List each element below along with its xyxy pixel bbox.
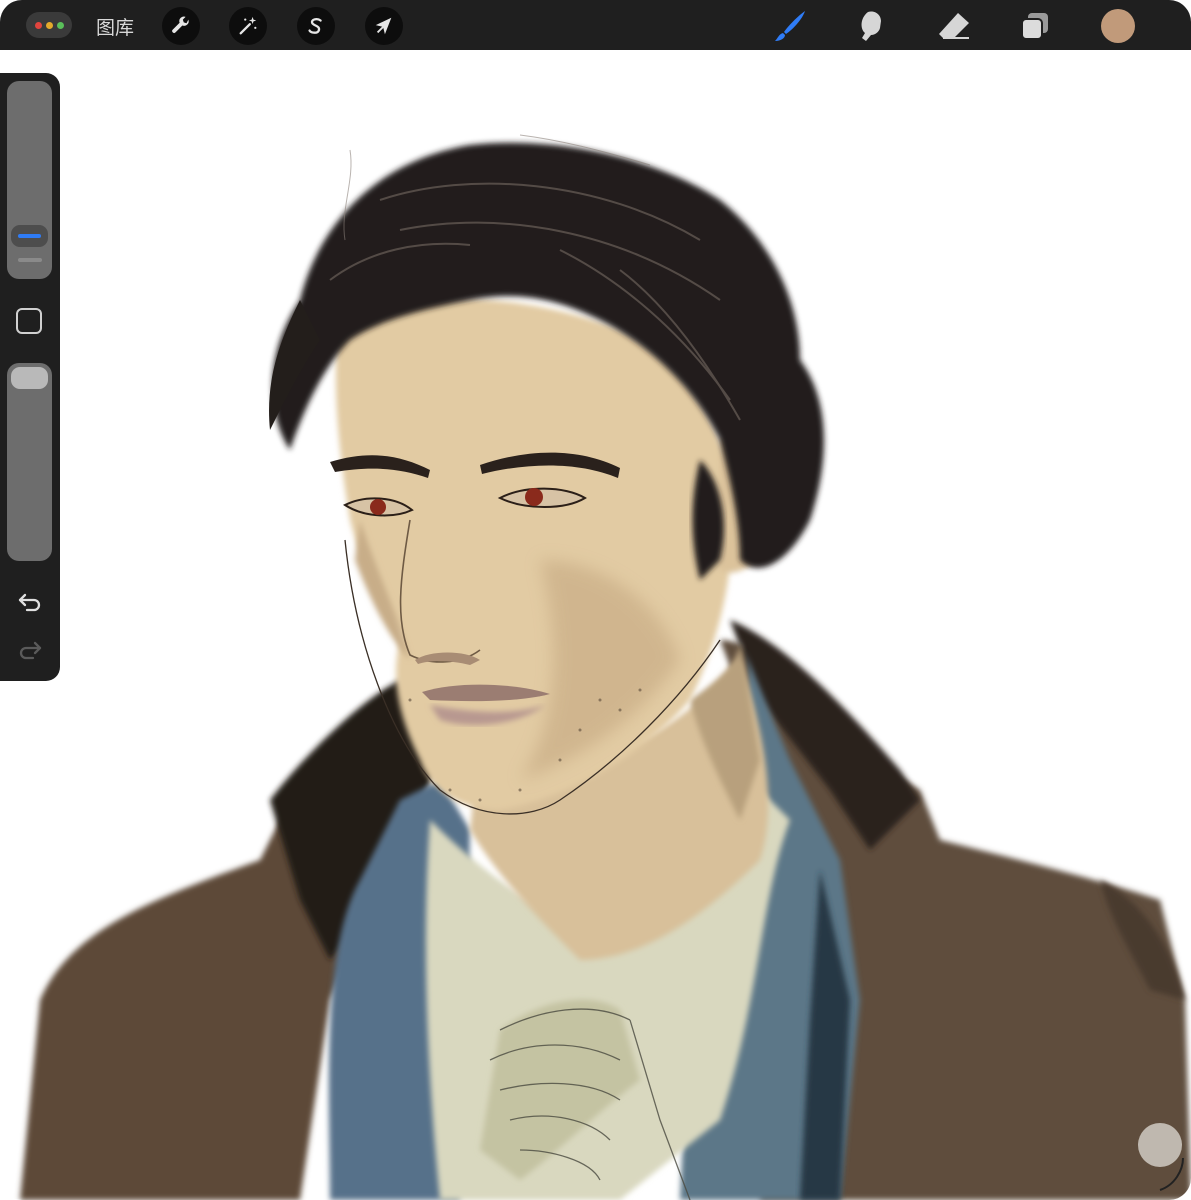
- erase-tool-button[interactable]: [934, 7, 974, 45]
- close-dot-icon: [34, 21, 42, 29]
- adjustments-button[interactable]: [229, 7, 267, 45]
- eraser-icon: [939, 13, 969, 39]
- selection-button[interactable]: [297, 7, 335, 45]
- procreate-app: 图库: [0, 0, 1191, 1200]
- zoom-dot-icon: [56, 21, 64, 29]
- smudge-tool-button[interactable]: [851, 7, 891, 45]
- paint-tool-button[interactable]: [770, 7, 810, 45]
- gallery-button[interactable]: 图库: [96, 13, 134, 40]
- brush-icon: [775, 11, 805, 41]
- minimize-dot-icon: [45, 21, 53, 29]
- window-controls[interactable]: [26, 12, 72, 38]
- drawing-canvas[interactable]: [0, 50, 1191, 1200]
- layers-icon: [1021, 13, 1048, 40]
- smudge-icon: [861, 11, 881, 41]
- selection-s-icon: [308, 18, 322, 34]
- magic-wand-icon: [239, 16, 257, 35]
- actions-button[interactable]: [162, 7, 200, 45]
- portrait-artwork: [20, 134, 1191, 1200]
- transform-button[interactable]: [365, 7, 403, 45]
- layers-button[interactable]: [1015, 7, 1055, 45]
- wrench-icon: [172, 16, 189, 33]
- top-toolbar: 图库: [0, 0, 1191, 50]
- arrow-transform-icon: [375, 17, 392, 35]
- color-swatch[interactable]: [1101, 9, 1135, 43]
